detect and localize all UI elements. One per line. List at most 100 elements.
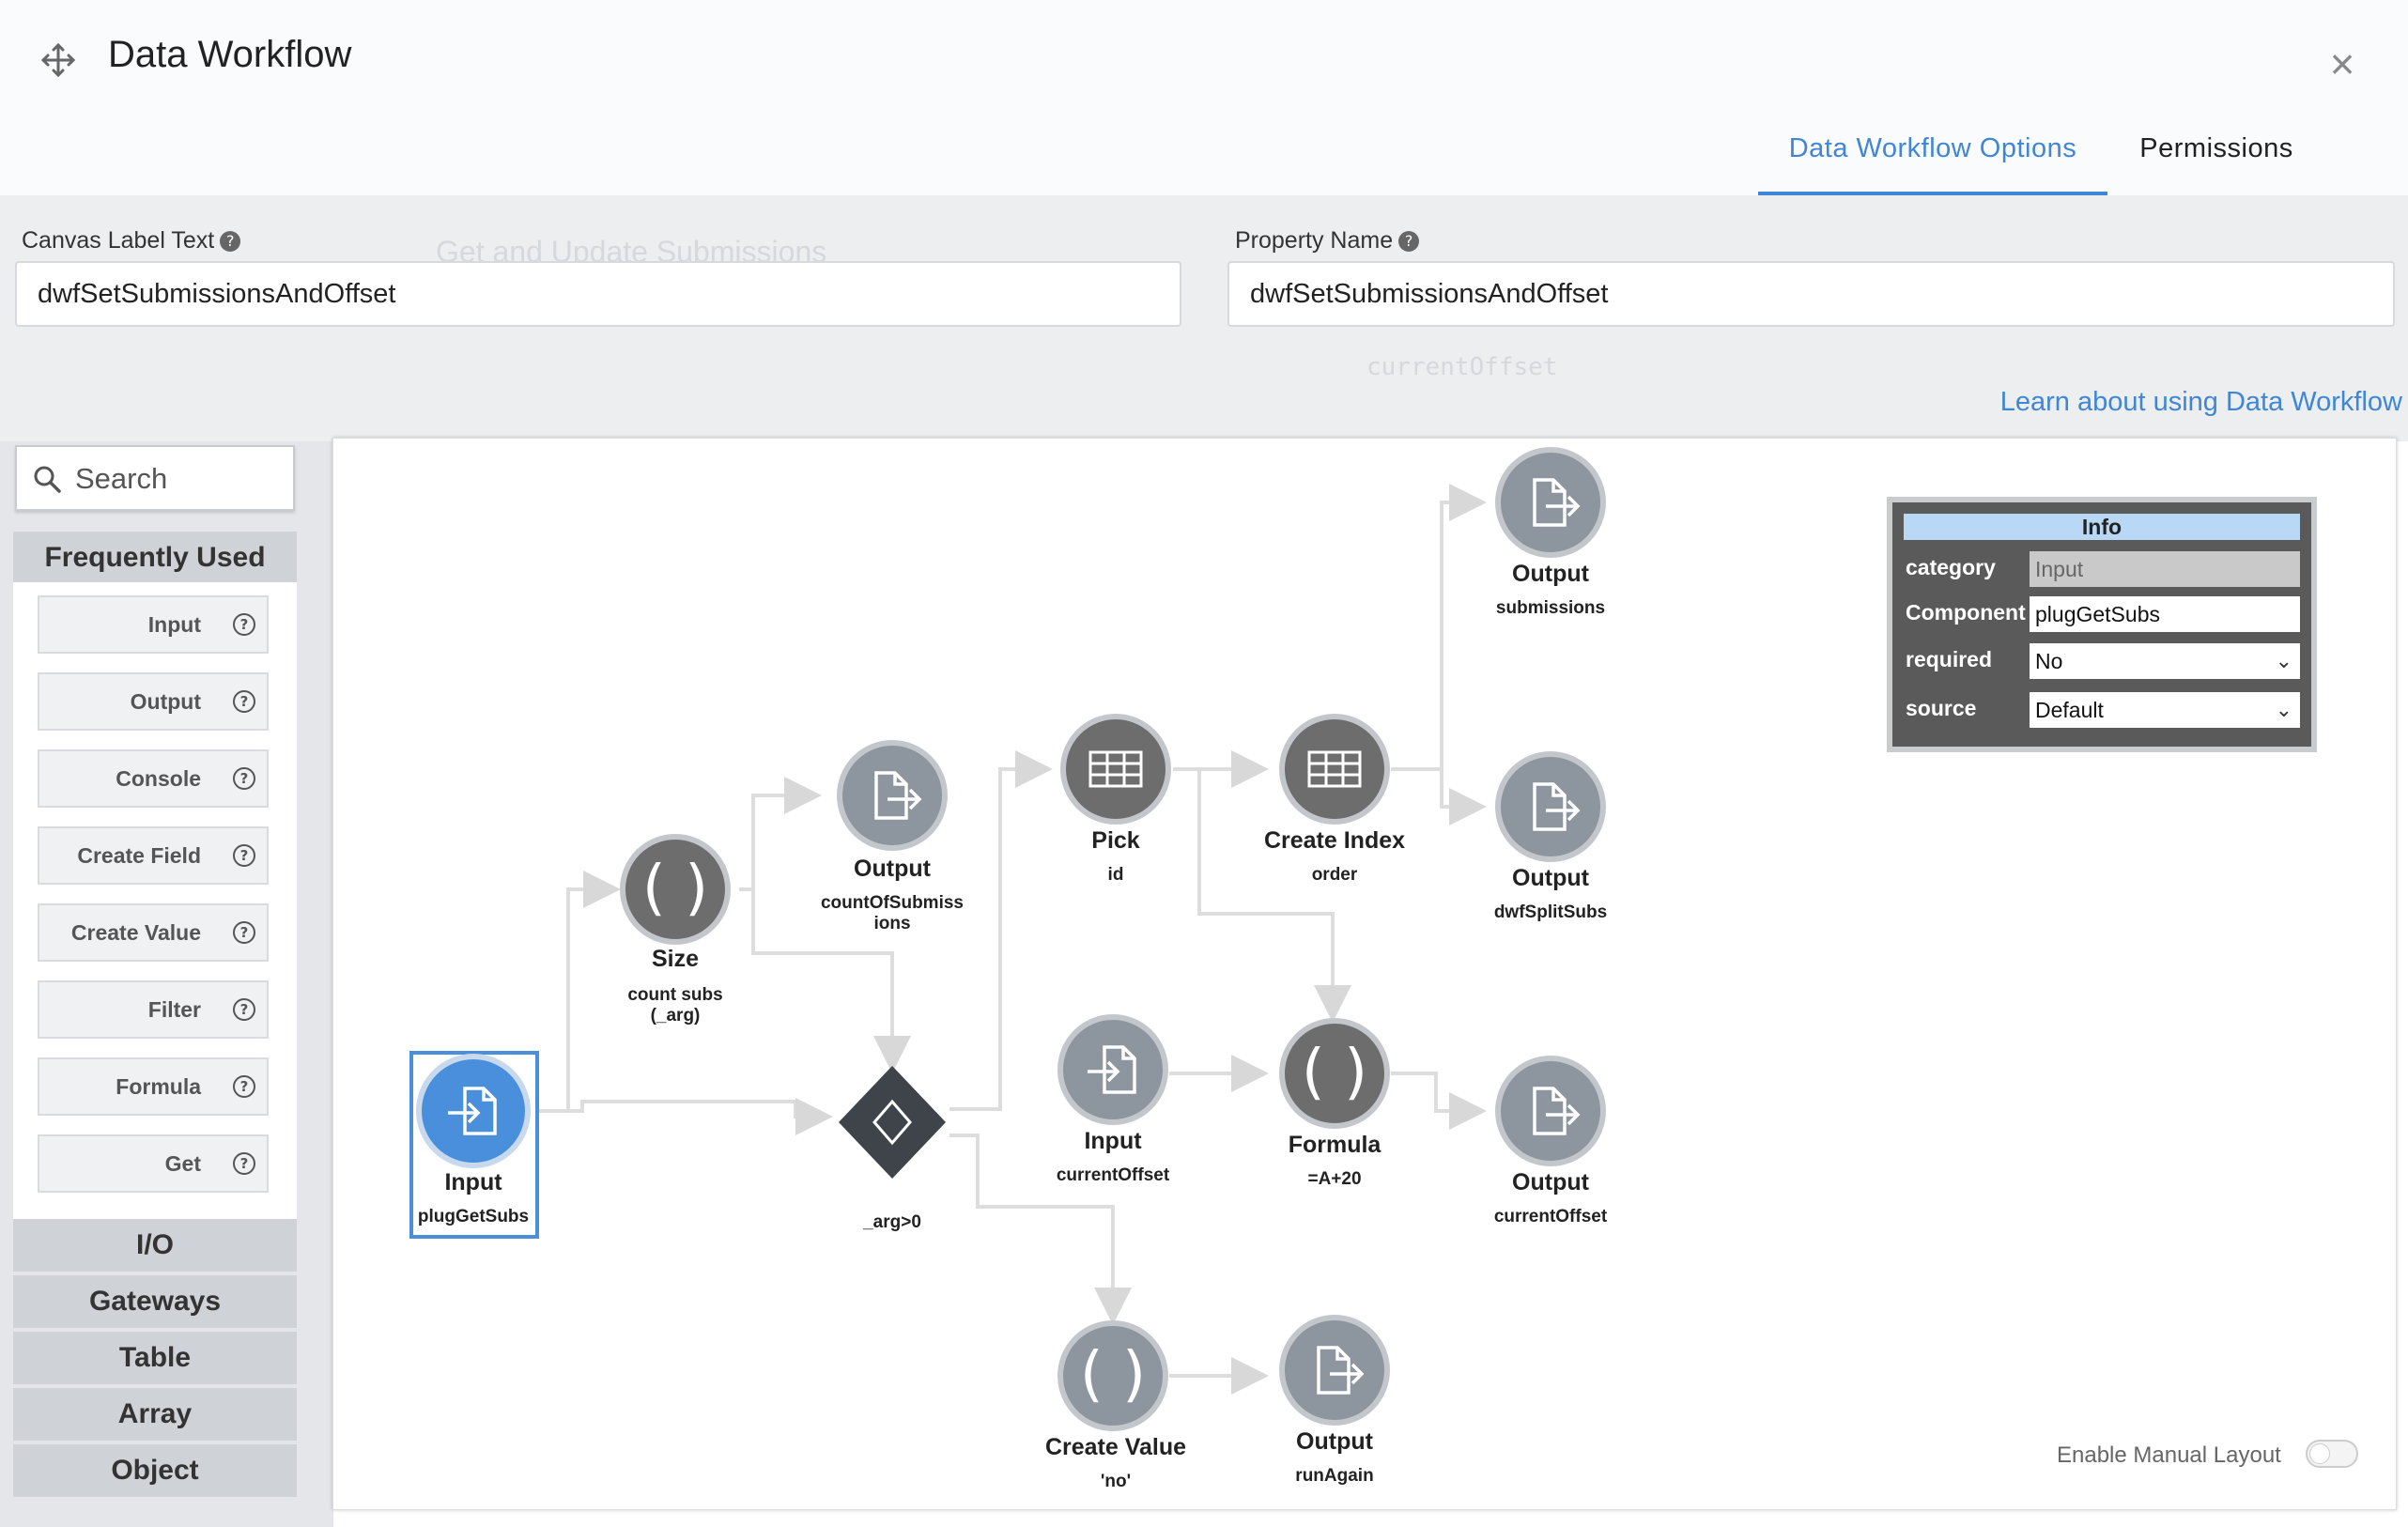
node-sub-label: currentOffset [1493, 1207, 1608, 1226]
help-icon[interactable]: ? [233, 613, 255, 636]
node-create-value[interactable]: ( ) [1057, 1320, 1168, 1431]
manual-layout-toggle[interactable] [2306, 1440, 2358, 1468]
node-label: Output [1512, 561, 1589, 587]
palette-item-label: Console [116, 766, 201, 791]
help-icon[interactable]: ? [233, 921, 255, 944]
tab-data-workflow-options[interactable]: Data Workflow Options [1758, 133, 2107, 195]
node-label: Input [444, 1169, 502, 1195]
edge [538, 871, 621, 1113]
required-select[interactable]: No ⌄ [2030, 643, 2300, 679]
section-table[interactable]: Table [13, 1332, 297, 1384]
info-panel: Info category Input Component plugGetSub… [1887, 497, 2317, 752]
section-array[interactable]: Array [13, 1388, 297, 1441]
node-gateway[interactable] [839, 1066, 946, 1179]
palette-item[interactable]: Output? [38, 672, 269, 731]
palette-item[interactable]: Input? [38, 595, 269, 654]
node-sub-label: _arg>0 [863, 1212, 921, 1232]
node-input-plugGetSubs[interactable] [416, 1054, 531, 1168]
node-pick[interactable] [1060, 714, 1171, 825]
dialog-header: Data Workflow × Data Workflow Options Pe… [0, 0, 2408, 195]
node-input-currentOffset[interactable] [1057, 1014, 1168, 1125]
dialog-title: Data Workflow [108, 34, 352, 75]
palette-item-label: Formula [116, 1074, 201, 1099]
property-name-input[interactable]: dwfSetSubmissionsAndOffset [1227, 261, 2395, 327]
canvas-label-text-label: Canvas Label Text? [22, 227, 241, 254]
section-io[interactable]: I/O [13, 1219, 297, 1272]
edge [1440, 769, 1487, 825]
close-icon[interactable]: × [2322, 42, 2363, 86]
edge [1391, 1072, 1487, 1130]
palette-item-label: Get [164, 1151, 201, 1176]
node-sub-label: count subs (_arg) [627, 985, 723, 1026]
properties-panel: Get and Update Submissions currentOffset… [0, 195, 2408, 441]
info-key: source [1906, 696, 1977, 720]
node-output-countOfSubmissions[interactable] [837, 740, 948, 851]
chevron-down-icon: ⌄ [2275, 698, 2292, 721]
palette-item-label: Create Field [77, 843, 201, 868]
node-formula[interactable]: ( ) [1279, 1018, 1390, 1129]
info-key: Component [1906, 600, 2026, 625]
node-label: Output [1296, 1428, 1373, 1455]
source-select[interactable]: Default ⌄ [2030, 692, 2300, 728]
help-icon[interactable]: ? [233, 1075, 255, 1098]
svg-text:( ): ( ) [642, 854, 708, 923]
edge [538, 1098, 833, 1135]
palette-item[interactable]: Filter? [38, 980, 269, 1039]
node-size[interactable]: ( ) [620, 834, 731, 945]
palette-search-input[interactable]: Search [15, 445, 295, 511]
help-icon[interactable]: ? [233, 998, 255, 1021]
palette-item-label: Filter [147, 997, 201, 1022]
canvas-label-text-input[interactable]: dwfSetSubmissionsAndOffset [15, 261, 1181, 327]
node-output-dwfSplitSubs[interactable] [1495, 751, 1606, 862]
move-icon[interactable] [39, 41, 77, 79]
help-icon[interactable]: ? [233, 767, 255, 790]
node-label: Output [1512, 1169, 1589, 1195]
category-field: Input [2030, 551, 2300, 587]
svg-text:( ): ( ) [1080, 1340, 1146, 1410]
help-icon[interactable]: ? [233, 1152, 255, 1175]
section-gateways[interactable]: Gateways [13, 1275, 297, 1328]
node-sub-label: plugGetSubs [417, 1207, 530, 1226]
node-sub-label: dwfSplitSubs [1493, 902, 1608, 922]
edge [949, 750, 1053, 1111]
node-label: Size [651, 946, 700, 972]
node-sub-label: submissions [1495, 598, 1606, 618]
palette-item[interactable]: Get? [38, 1134, 269, 1193]
palette-item[interactable]: Create Value? [38, 903, 269, 962]
svg-text:( ): ( ) [1302, 1038, 1367, 1107]
section-object[interactable]: Object [13, 1444, 297, 1497]
tab-permissions[interactable]: Permissions [2132, 133, 2301, 195]
help-icon[interactable]: ? [1398, 231, 1420, 253]
node-label: Create Index [1263, 827, 1406, 854]
palette-item[interactable]: Formula? [38, 1057, 269, 1116]
node-output-submissions[interactable] [1495, 447, 1606, 558]
chevron-down-icon: ⌄ [2275, 649, 2292, 672]
component-input[interactable]: plugGetSubs [2030, 596, 2300, 632]
node-sub-label: runAgain [1295, 1466, 1374, 1486]
info-key: required [1906, 647, 1993, 671]
ghost-field: currentOffset [1366, 353, 1558, 381]
help-icon[interactable]: ? [220, 231, 241, 253]
learn-data-workflow-link[interactable]: Learn about using Data Workflow [2000, 387, 2402, 418]
help-icon[interactable]: ? [233, 844, 255, 867]
node-sub-label: countOfSubmissions [820, 893, 964, 933]
section-frequently-used[interactable]: Frequently Used [13, 532, 297, 584]
node-output-currentOffset[interactable] [1495, 1056, 1606, 1166]
info-panel-title: Info [1904, 514, 2300, 540]
search-icon [34, 466, 61, 493]
node-label: Formula [1288, 1132, 1382, 1158]
palette-item[interactable]: Create Field? [38, 826, 269, 885]
manual-layout-label: Enable Manual Layout [2057, 1442, 2281, 1468]
node-output-runAgain[interactable] [1279, 1315, 1390, 1426]
help-icon[interactable]: ? [233, 690, 255, 713]
palette-item-label: Input [147, 612, 201, 637]
workflow-canvas[interactable]: ( ) () () Input plugGetSubs Size count… [332, 438, 2397, 1510]
palette-item[interactable]: Console? [38, 749, 269, 808]
node-create-index[interactable] [1279, 714, 1390, 825]
palette-item-label: Output [130, 689, 201, 714]
edge [1391, 484, 1487, 771]
node-label: Output [1512, 865, 1589, 891]
toggle-knob [2309, 1443, 2330, 1464]
info-key: category [1906, 555, 1996, 579]
palette-item-label: Create Value [70, 920, 201, 945]
